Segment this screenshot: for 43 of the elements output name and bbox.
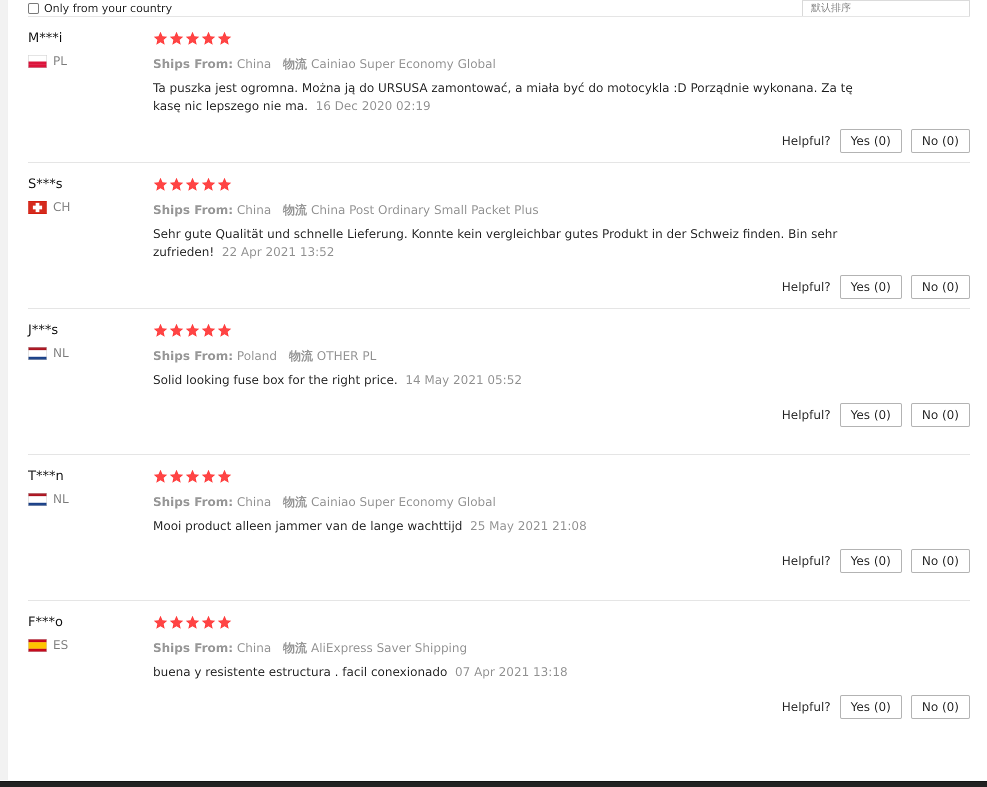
- flag-icon: [28, 638, 47, 652]
- helpful-label: Helpful?: [782, 700, 831, 714]
- helpful-label: Helpful?: [782, 134, 831, 148]
- yes-button[interactable]: Yes (0): [840, 403, 902, 427]
- helpful-label: Helpful?: [782, 280, 831, 294]
- country-code: CH: [53, 200, 70, 214]
- reviewer-name: S***s: [28, 177, 64, 192]
- shipping-info: Ships From: China 物流 AliExpress Saver Shipping: [153, 640, 468, 657]
- reviewer-name: T***n: [28, 469, 65, 484]
- review-text: Mooi product alleen jammer van de lange wachttijd 25 May 2021 21:08: [153, 518, 588, 535]
- review-text: Solid looking fuse box for the right price. 14 May 2021 05:52: [153, 372, 523, 389]
- no-button[interactable]: No (0): [910, 695, 970, 719]
- review-text: buena y resistente estructura . facil conexionado 07 Apr 2021 13:18: [153, 664, 569, 681]
- shipping-info: Ships From: China 物流 Cainiao Super Economy Global: [153, 494, 497, 511]
- no-button[interactable]: No (0): [910, 275, 970, 299]
- shipping-info: Ships From: China 物流 China Post Ordinary Small Packet Plus: [153, 202, 540, 219]
- reviewer-name: J***s: [28, 323, 60, 338]
- shipping-info: Ships From: China 物流 Cainiao Super Economy Global: [153, 56, 497, 73]
- helpful-label: Helpful?: [782, 554, 831, 568]
- no-button[interactable]: No (0): [910, 403, 970, 427]
- yes-button[interactable]: Yes (0): [840, 275, 902, 299]
- checkbox-label: Only from your country: [44, 2, 172, 14]
- helpful-label: Helpful?: [782, 408, 831, 422]
- no-button[interactable]: No (0): [910, 129, 970, 153]
- shipping-info: Ships From: Poland 物流 OTHER PL: [153, 348, 378, 365]
- checkbox[interactable]: [28, 2, 39, 14]
- country-code: PL: [53, 54, 67, 68]
- country-code: NL: [53, 492, 69, 506]
- review-text: Ta puszka jest ogromna. Można ją do URSUSA zamontować, a miała być do motocykla :D Porządnie wykonana. Za tę kasę nic lepszego nie ma. 16 Dec 2020 02:19: [153, 80, 854, 115]
- reviewer-name: M***i: [28, 31, 64, 46]
- sort-dropdown[interactable]: 默认排序: [802, 0, 970, 16]
- flag-icon: [28, 346, 47, 360]
- reviewer-name: F***o: [28, 615, 64, 630]
- no-button[interactable]: No (0): [910, 549, 970, 573]
- flag-icon: [28, 54, 47, 68]
- flag-icon: [28, 200, 47, 214]
- country-code: ES: [53, 638, 68, 652]
- yes-button[interactable]: Yes (0): [840, 695, 902, 719]
- flag-icon: [28, 492, 47, 506]
- yes-button[interactable]: Yes (0): [840, 549, 902, 573]
- yes-button[interactable]: Yes (0): [840, 129, 902, 153]
- country-code: NL: [53, 346, 69, 360]
- review-text: Sehr gute Qualität und schnelle Lieferung. Konnte kein vergleichbar gutes Produkt in der Schweiz finden. Bin sehr zufrieden! 22 Apr 2021 13:52: [153, 226, 838, 261]
